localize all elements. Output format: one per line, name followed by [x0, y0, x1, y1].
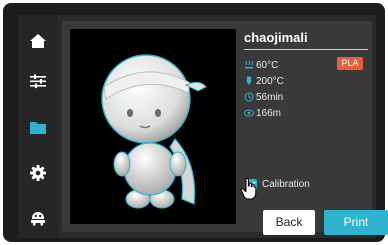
- file-info: chaojimali 60°C PLA 200°C 56min 166m Cal…: [244, 29, 368, 190]
- nozzle-temp-value: 200°C: [256, 75, 284, 87]
- gear-icon: [30, 165, 46, 181]
- back-button[interactable]: Back: [263, 210, 315, 235]
- model-figure-image: [101, 54, 207, 209]
- nozzle-temp-row: 200°C: [244, 74, 284, 88]
- print-time-row: 56min: [244, 90, 283, 104]
- robot-icon: [31, 211, 45, 225]
- home-icon: [30, 34, 46, 48]
- file-name: chaojimali: [244, 29, 368, 50]
- device-bezel: chaojimali 60°C PLA 200°C 56min 166m Cal…: [3, 3, 388, 242]
- screen: chaojimali 60°C PLA 200°C 56min 166m Cal…: [18, 15, 388, 238]
- sidebar-item-settings-sliders[interactable]: [18, 63, 58, 99]
- calibration-label: Calibration: [262, 179, 310, 190]
- nozzle-icon: [244, 76, 254, 86]
- print-button[interactable]: Print: [324, 210, 388, 235]
- calibration-checkbox[interactable]: [246, 179, 257, 190]
- sidebar-item-home[interactable]: [18, 23, 58, 59]
- filament-length-row: 166m: [244, 106, 281, 120]
- bed-temp-row: 60°C: [244, 58, 278, 72]
- sidebar: [18, 15, 58, 238]
- calibration-option[interactable]: Calibration: [246, 179, 310, 190]
- checkmark-icon: [247, 181, 256, 188]
- sliders-icon: [30, 74, 46, 89]
- file-detail-panel: chaojimali 60°C PLA 200°C 56min 166m Cal…: [62, 21, 388, 235]
- material-badge: PLA: [337, 57, 363, 70]
- clock-icon: [244, 92, 254, 102]
- filament-icon: [244, 108, 254, 118]
- sidebar-item-settings[interactable]: [18, 155, 58, 191]
- model-preview: [70, 29, 236, 224]
- print-time-value: 56min: [256, 91, 284, 103]
- filament-length-value: 166m: [256, 107, 282, 119]
- bed-temp-value: 60°C: [256, 59, 279, 71]
- sidebar-item-files[interactable]: [18, 109, 58, 145]
- sidebar-item-robot[interactable]: [18, 199, 58, 235]
- folder-icon: [30, 121, 46, 134]
- heatbed-icon: [244, 60, 254, 70]
